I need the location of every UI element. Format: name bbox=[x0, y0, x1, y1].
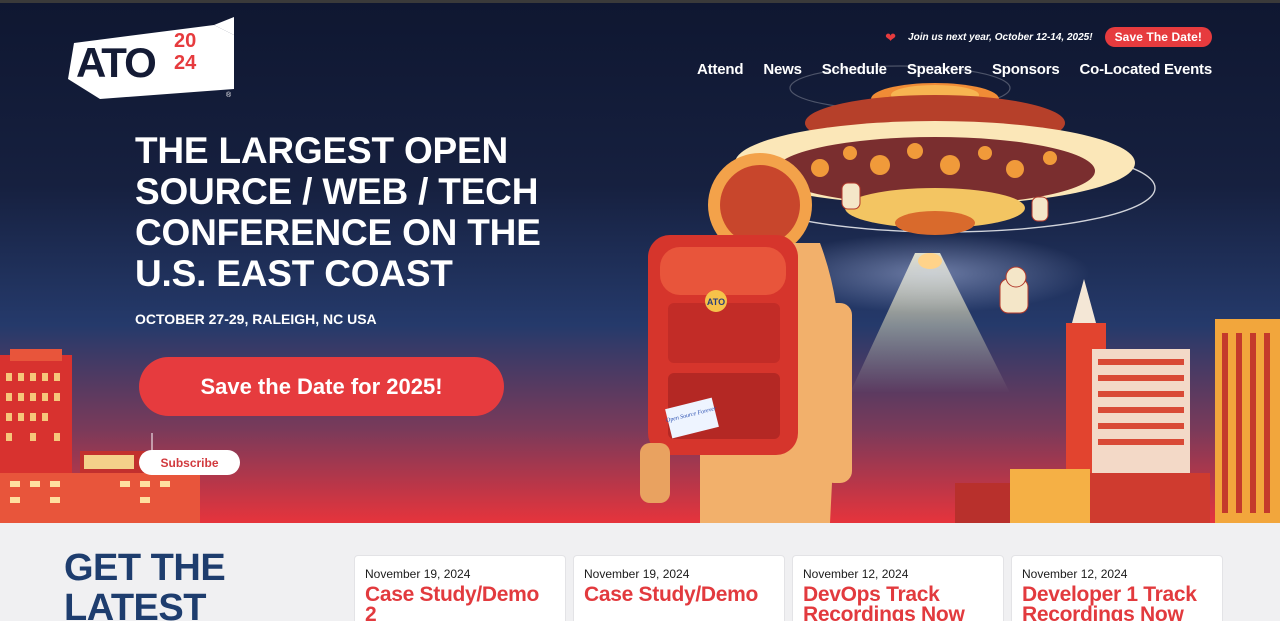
nav-news[interactable]: News bbox=[763, 61, 802, 78]
right-skyline bbox=[955, 279, 1280, 523]
hero-headline-line: U.S. EAST COAST bbox=[135, 253, 453, 294]
news-card-title[interactable]: Developer 1 Track Recordings Now bbox=[1022, 584, 1212, 621]
nav-co-located-events[interactable]: Co-Located Events bbox=[1080, 61, 1213, 78]
ato-2024-logo[interactable]: ATO 20 24 ® bbox=[64, 17, 236, 99]
backpack-tag-text: Open Source Forever bbox=[666, 406, 718, 424]
news-card-title[interactable]: Case Study/Demo 2 bbox=[365, 584, 555, 621]
nav-attend[interactable]: Attend bbox=[697, 61, 743, 78]
hero-headline-line: CONFERENCE ON THE bbox=[135, 212, 541, 253]
news-card-title[interactable]: DevOps Track Recordings Now bbox=[803, 584, 993, 621]
backpack-badge-text: ATO bbox=[707, 297, 725, 307]
nav-speakers[interactable]: Speakers bbox=[907, 61, 972, 78]
hero-headline: THE LARGEST OPEN SOURCE / WEB / TECH CON… bbox=[135, 130, 615, 294]
astronaut: ATO Open Source Forever bbox=[640, 153, 852, 523]
logo-year-bottom: 24 bbox=[174, 52, 197, 74]
main-nav: Attend News Schedule Speakers Sponsors C… bbox=[697, 61, 1212, 78]
announcement-bar: ❤ Join us next year, October 12-14, 2025… bbox=[885, 27, 1212, 47]
ufo bbox=[735, 83, 1135, 269]
heart-icon: ❤ bbox=[885, 29, 897, 45]
news-card[interactable]: November 12, 2024 Developer 1 Track Reco… bbox=[1011, 555, 1223, 621]
news-card[interactable]: November 19, 2024 Case Study/Demo 2 bbox=[354, 555, 566, 621]
news-cards: November 19, 2024 Case Study/Demo 2 Nove… bbox=[354, 555, 1223, 621]
event-date-location: OCTOBER 27-29, RALEIGH, NC USA bbox=[135, 311, 377, 327]
hero-headline-line: SOURCE / WEB / TECH bbox=[135, 171, 539, 212]
news-card[interactable]: November 19, 2024 Case Study/Demo bbox=[573, 555, 785, 621]
news-card[interactable]: November 12, 2024 DevOps Track Recording… bbox=[792, 555, 1004, 621]
logo-wordmark: ATO bbox=[76, 39, 155, 86]
latest-heading-line: GET THE bbox=[64, 547, 226, 589]
news-card-title[interactable]: Case Study/Demo bbox=[584, 584, 774, 605]
news-card-date: November 19, 2024 bbox=[584, 567, 690, 581]
save-the-date-button[interactable]: Save The Date! bbox=[1104, 27, 1212, 47]
hero-headline-line: THE LARGEST OPEN bbox=[135, 130, 508, 171]
hero-section: ATO Open Source Forever ATO 20 24 ® ❤ Jo… bbox=[0, 3, 1280, 523]
announcement-text: Join us next year, October 12-14, 2025! bbox=[908, 31, 1093, 43]
news-card-date: November 12, 2024 bbox=[803, 567, 909, 581]
latest-heading: GET THE LATEST bbox=[64, 547, 226, 621]
news-card-date: November 12, 2024 bbox=[1022, 567, 1128, 581]
latest-heading-line: LATEST bbox=[64, 587, 206, 621]
logo-year-top: 20 bbox=[174, 30, 196, 52]
nav-schedule[interactable]: Schedule bbox=[822, 61, 887, 78]
news-card-date: November 19, 2024 bbox=[365, 567, 471, 581]
subscribe-button[interactable]: Subscribe bbox=[139, 450, 240, 475]
floating-astronauts bbox=[841, 182, 1137, 437]
nav-sponsors[interactable]: Sponsors bbox=[992, 61, 1060, 78]
logo-registered-mark: ® bbox=[226, 91, 232, 99]
save-date-2025-button[interactable]: Save the Date for 2025! bbox=[139, 357, 504, 416]
